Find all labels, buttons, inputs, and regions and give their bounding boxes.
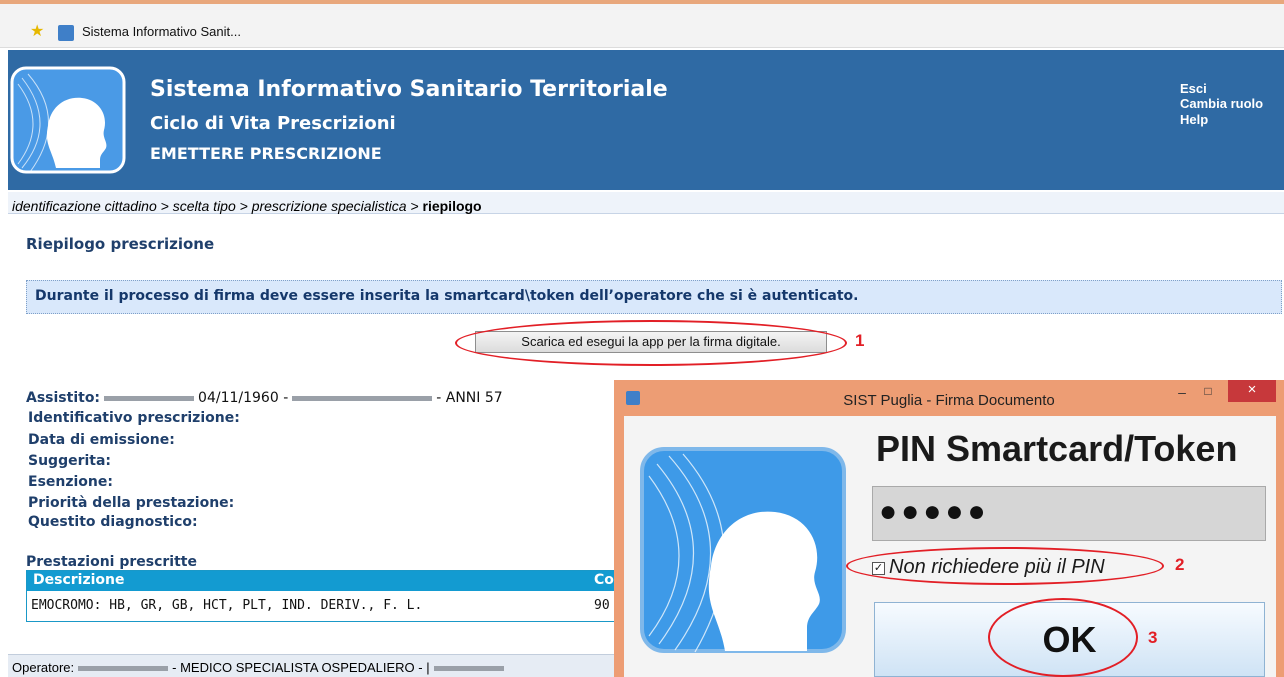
maximize-button[interactable]: □ <box>1196 384 1220 402</box>
row-code: 90 <box>594 598 610 613</box>
breadcrumb-current: riepilogo <box>422 198 482 214</box>
prestazioni-table: Descrizione Co EMOCROMO: HB, GR, GB, HCT… <box>26 570 621 622</box>
column-header-code: Co <box>594 572 614 588</box>
header-section: EMETTERE PRESCRIZIONE <box>150 144 382 163</box>
annotation-number-1: 1 <box>855 331 865 350</box>
browser-accent-line <box>0 0 1284 4</box>
help-link[interactable]: Help <box>1180 112 1208 127</box>
operator-label: Operatore: <box>12 660 75 675</box>
signature-notice: Durante il processo di firma deve essere… <box>26 280 1282 314</box>
sist-logo-icon <box>640 447 846 653</box>
annotation-ellipse-2 <box>846 547 1164 585</box>
patient-birthdate: 04/11/1960 - <box>198 390 289 406</box>
table-header: Descrizione Co <box>27 571 620 591</box>
dialog-body: PIN Smartcard/Token ●●●●● ✓ Non richieder… <box>624 416 1276 677</box>
redacted-facility <box>433 666 504 672</box>
column-header-description: Descrizione <box>33 572 125 588</box>
browser-tab-bar: ★ Sistema Informativo Sanit... <box>0 0 1284 48</box>
minimize-button[interactable]: – <box>1170 384 1194 402</box>
breadcrumb-path[interactable]: identificazione cittadino > scelta tipo … <box>12 198 423 214</box>
annotation-ellipse-3 <box>988 598 1138 677</box>
site-header: Sistema Informativo Sanitario Territoria… <box>8 50 1284 190</box>
dialog-titlebar[interactable]: SIST Puglia - Firma Documento – □ × <box>614 380 1284 412</box>
annotation-ellipse-1 <box>455 320 847 366</box>
patient-row: Assistito: 04/11/1960 - - ANNI 57 <box>26 390 503 406</box>
close-button[interactable]: × <box>1228 380 1276 402</box>
annotation-number-2: 2 <box>1175 555 1185 574</box>
row-description: EMOCROMO: HB, GR, GB, HCT, PLT, IND. DER… <box>31 598 423 613</box>
patient-age: - ANNI 57 <box>436 390 503 406</box>
redacted-name <box>104 395 195 401</box>
redacted-operator <box>78 666 169 672</box>
pin-input[interactable]: ●●●●● <box>872 486 1266 541</box>
header-title: Sistema Informativo Sanitario Territoria… <box>150 77 668 102</box>
change-role-link[interactable]: Cambia ruolo <box>1180 96 1263 111</box>
redacted-code <box>292 395 433 401</box>
operator-role: - MEDICO SPECIALISTA OSPEDALIERO - | <box>172 660 430 675</box>
annotation-number-3: 3 <box>1148 628 1158 647</box>
dialog-heading: PIN Smartcard/Token <box>876 428 1238 469</box>
favorites-star-icon[interactable]: ★ <box>30 24 44 40</box>
exit-link[interactable]: Esci <box>1180 81 1207 96</box>
patient-label: Assistito: <box>26 390 101 406</box>
field-issue-date: Data di emissione: <box>28 432 175 448</box>
header-subtitle: Ciclo di Vita Prescrizioni <box>150 113 396 134</box>
table-row: EMOCROMO: HB, GR, GB, HCT, PLT, IND. DER… <box>27 591 620 621</box>
field-priority: Priorità della prestazione: <box>28 495 235 511</box>
site-favicon-icon <box>58 25 74 41</box>
field-diagnostic-question: Questito diagnostico: <box>28 514 198 530</box>
sist-logo-icon <box>10 66 126 174</box>
operator-footer: Operatore: - MEDICO SPECIALISTA OSPEDALIE… <box>8 654 628 677</box>
prestazioni-title: Prestazioni prescritte <box>26 554 197 570</box>
page-title: Riepilogo prescrizione <box>26 235 215 253</box>
browser-tab-title[interactable]: Sistema Informativo Sanit... <box>82 24 241 39</box>
field-exemption: Esenzione: <box>28 474 113 490</box>
signing-dialog: SIST Puglia - Firma Documento – □ × PIN … <box>614 380 1284 677</box>
field-prescription-id: Identificativo prescrizione: <box>28 410 240 426</box>
field-suggested: Suggerita: <box>28 453 112 469</box>
breadcrumb: identificazione cittadino > scelta tipo … <box>8 192 1284 214</box>
